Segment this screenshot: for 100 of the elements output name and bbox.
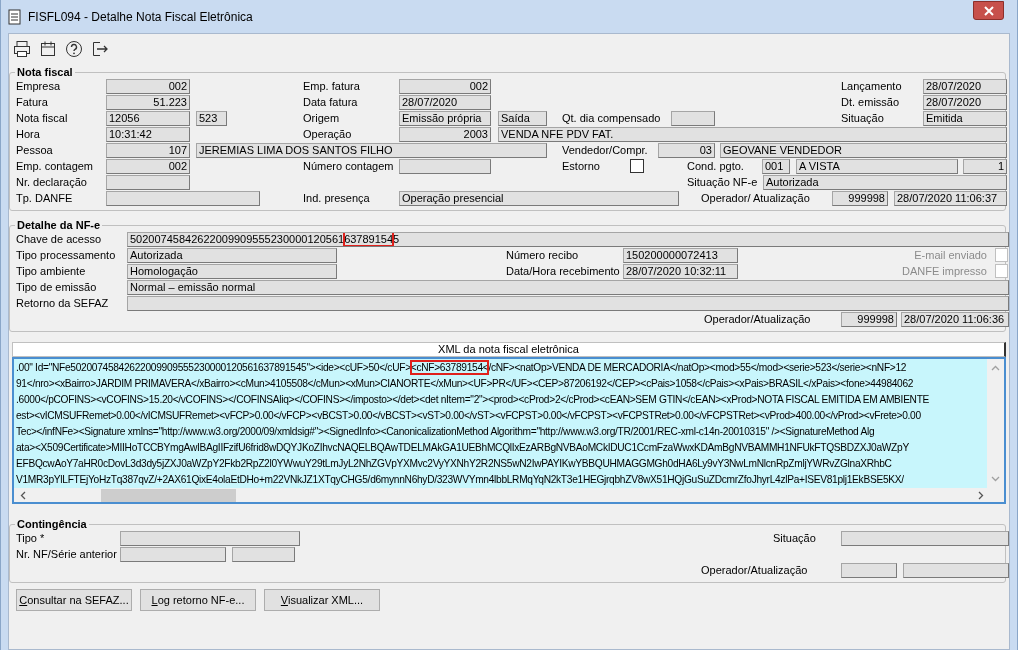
input-field[interactable]: 001 [762,158,790,174]
field-label: Tipo * [16,531,46,545]
vertical-scrollbar[interactable] [987,359,1004,488]
input-field[interactable]: 150200000072413 [623,247,738,263]
close-button[interactable] [973,1,1004,20]
input-field[interactable]: VENDA NFE PDV FAT. [498,126,1007,142]
input-field[interactable]: JEREMIAS LIMA DOS SANTOS FILHO [196,142,547,158]
field-label: Nr. NF/Série anterior [16,547,118,561]
scroll-down-icon[interactable] [991,476,1000,482]
field-label: Nr. declaração [16,175,88,189]
field-label: Data fatura [303,95,359,109]
input-field[interactable]: 10:31:42 [106,126,190,142]
field-label: Pessoa [16,143,54,157]
field-label: E-mail enviado [913,248,987,262]
input-field[interactable]: Normal – emissão normal [127,279,1009,295]
highlight-mark: 63789154 [344,232,394,246]
xml-text: V1MR3pYlLFTEjYoHzTq387qvZ/+2AX61QixE4olaEtDHo+m22VNkJZ1XTqyCHG5/d6mynnN6hyD/323WVYmn4lbbLRMqYqN2kT3e1HEGjrqbhZV8wX51HQjGuSuZDcmrZfoJhyrL4zlPa+ISEV81plj1EkBSE5KX/ [16,474,904,485]
scroll-thumb[interactable] [101,488,236,502]
key-text: 50200745842622009909555230000120561 [130,232,345,245]
input-field[interactable]: 002 [106,158,190,174]
scroll-left-icon[interactable] [20,490,26,500]
input-field[interactable]: 002 [399,78,491,94]
checkbox[interactable] [630,159,644,173]
help-icon[interactable] [64,39,84,59]
input-field[interactable]: 28/07/2020 11:06:36 [901,311,1009,327]
horizontal-scrollbar[interactable] [14,488,1004,502]
input-field[interactable]: 999998 [841,311,897,327]
input-field[interactable]: Emitida [923,110,1007,126]
action-button[interactable]: Visualizar XML... [264,589,380,611]
xml-text: EFBQcwAoY7aHR0cDovL3d3dy5jZXJ0aWZpY2Fkb2RpZ2l0YWwuY29tLmJyL2NhZGVpYXMvc2VyYXNhY2R2NS5wN2IwPAYIKwYBBQUHMAGGMGh0dHA6Ly9vY3NwLmNlcnRpZmljYWRvZGlnaXRhbC [16,458,892,469]
input-field[interactable] [232,546,295,562]
input-field[interactable]: 12056 [106,110,190,126]
close-icon [983,5,994,16]
input-field[interactable] [841,530,1009,546]
field-label: Fatura [16,95,49,109]
input-field[interactable]: 03 [658,142,715,158]
group-title: Contingência [16,518,88,530]
input-field[interactable]: 1 [963,158,1007,174]
field-label: Estorno [562,159,601,173]
input-field[interactable]: 28/07/2020 [399,94,491,110]
input-field[interactable]: 28/07/2020 11:06:37 [894,190,1007,206]
input-field[interactable] [106,190,260,206]
field-label: Número contagem [303,159,393,173]
input-field[interactable]: 28/07/2020 [923,78,1007,94]
window-title: FISFL094 - Detalhe Nota Fiscal Eletrônica [28,8,253,26]
input-field[interactable] [399,158,491,174]
print-icon[interactable] [12,39,32,59]
calendar-icon[interactable] [38,39,58,59]
input-field[interactable]: 51.223 [106,94,190,110]
input-field[interactable]: Autorizada [127,247,337,263]
xml-text: .6000</pCOFINS><vCOFINS>15.20</vCOFINS></COFINSAliq></COFINS></imposto></det><det nItem="2"><prod><cProd>2</cProd><cEAN>SEM GTIN</cEAN><xProd>NOTA FISCAL EMITIDA EM AMBIENTE [16,394,930,405]
input-field[interactable] [903,562,1009,578]
group-title: Detalhe da NF-e [16,219,102,231]
input-field[interactable]: Saída [498,110,547,126]
input-field[interactable] [841,562,897,578]
exit-icon[interactable] [90,39,110,59]
input-field[interactable] [127,295,1009,311]
field-label: Situação [841,111,885,125]
input-field[interactable]: Homologação [127,263,337,279]
input-field[interactable]: 2003 [399,126,491,142]
xml-text-area[interactable] [12,357,1006,504]
input-field[interactable]: 002 [106,78,190,94]
input-field[interactable]: GEOVANE VENDEDOR [720,142,1007,158]
field-label: Hora [16,127,41,141]
input-field[interactable]: Autorizada [763,174,1007,190]
field-label: Número recibo [506,248,580,262]
input-field[interactable] [106,174,190,190]
field-label: Lançamento [841,79,903,93]
input-field[interactable]: 107 [106,142,190,158]
input-field[interactable]: Emissão própria [399,110,491,126]
scroll-up-icon[interactable] [991,365,1000,371]
field-label: Operador/Atualização [701,563,809,577]
input-field[interactable] [120,530,300,546]
input-field[interactable] [120,546,226,562]
highlight-mark: <cNF>63789154< [410,361,489,374]
input-field[interactable]: 28/07/2020 [923,94,1007,110]
field-label: Qt. dia compensado [562,111,662,125]
panel-header: XML da nota fiscal eletrônica [12,342,1006,357]
field-label: Tipo ambiente [16,264,87,278]
xml-text: ata><X509Certificate>MIIHoTCCBYmgAwIBAgIIFzifU6frid8wDQYJKoZIhvcNAQELBQAwTDELMAkGA1UEBhMCQlIxEzARBgNVBAoMCkIDUC1CcmFzaWwxKDAmBgNVBAMMH1NFUkFTQSBDZXJ0aWZpY [16,442,909,453]
action-button[interactable]: Log retorno NF-e... [140,589,256,611]
input-field[interactable]: 999998 [832,190,888,206]
field-label: Operação [303,127,353,141]
input-field[interactable]: 523 [196,110,227,126]
xml-text: Tec></infNFe><Signature xmlns="http://www.w3.org/2000/09/xmldsig#"><SignedInfo><CanonicalizationMethod Algorithm="http://www.w3.org/TR/2001/REC-xml-c14n-20010315" /><SignatureMethod Alg [16,426,875,437]
document-icon [8,8,22,25]
field-label: Situação [773,531,817,545]
field-label: Tipo de emissão [16,280,98,294]
scroll-right-icon[interactable] [978,490,984,500]
input-field[interactable]: 28/07/2020 10:32:11 [623,263,738,279]
action-button[interactable]: Consultar na SEFAZ... [16,589,132,611]
field-label: Operador/ Atualização [701,191,811,205]
input-field[interactable]: A VISTA [796,158,958,174]
field-label: Emp. contagem [16,159,95,173]
input-field[interactable]: Operação presencial [399,190,679,206]
field-label: Dt. emissão [841,95,901,109]
input-field[interactable] [671,110,715,126]
field-label: Situação NF-e [687,175,759,189]
field-label: Tipo processamento [16,248,117,262]
field-label: Data/Hora recebimento [506,264,618,278]
